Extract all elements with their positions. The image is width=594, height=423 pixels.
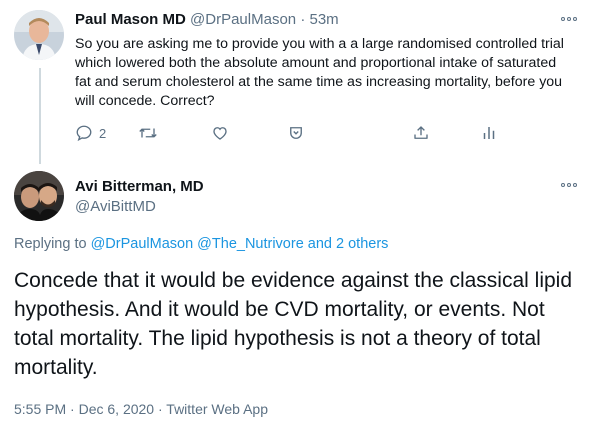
share-button[interactable] — [412, 124, 430, 142]
separator-dot: · — [157, 401, 163, 417]
thread-line — [39, 68, 41, 164]
main-display-name[interactable]: Avi Bitterman, MD — [75, 178, 204, 195]
replying-to-label: Replying to — [14, 236, 87, 252]
mention-link-others[interactable]: and 2 others — [308, 236, 389, 252]
tip-icon — [290, 127, 302, 139]
parent-time[interactable]: 53m — [309, 11, 338, 28]
replying-to-line: Replying to @DrPaulMason @The_Nutrivore … — [14, 236, 388, 252]
retweet-button[interactable] — [138, 124, 158, 142]
more-options-icon[interactable] — [561, 14, 579, 24]
parent-handle[interactable]: @DrPaulMason — [190, 11, 296, 28]
main-avatar[interactable] — [14, 171, 64, 221]
main-tweet-text: Concede that it would be evidence agains… — [14, 269, 573, 379]
reply-icon — [76, 125, 92, 142]
separator-dot: · — [300, 11, 306, 28]
parent-tweet-text: So you are asking me to provide you with… — [75, 36, 564, 109]
reply-count: 2 — [99, 125, 107, 141]
retweet-icon — [139, 128, 157, 138]
mention-link-drpaulmason[interactable]: @DrPaulMason — [91, 236, 194, 252]
analytics-icon — [483, 127, 495, 139]
reply-button[interactable]: 2 — [75, 124, 106, 142]
separator-dot: · — [70, 401, 75, 417]
mention-link-the-nutrivore[interactable]: @The_Nutrivore — [197, 236, 304, 252]
parent-display-name[interactable]: Paul Mason MD — [75, 11, 186, 28]
main-handle[interactable]: @AviBittMD — [75, 198, 156, 215]
tweet-date[interactable]: Dec 6, 2020 — [79, 401, 155, 417]
tweet-actions-bar: 2 — [0, 124, 594, 144]
like-icon — [213, 127, 227, 140]
parent-tweet-header: Paul Mason MD @DrPaulMason · 53m — [75, 11, 339, 28]
tweet-source[interactable]: Twitter Web App — [166, 401, 268, 417]
more-options-icon[interactable] — [561, 180, 579, 190]
tweet-metadata: 5:55 PM · Dec 6, 2020 · Twitter Web App — [14, 401, 268, 417]
parent-avatar[interactable] — [14, 10, 64, 60]
tip-button[interactable] — [287, 124, 305, 142]
share-icon — [414, 126, 428, 139]
tweet-time[interactable]: 5:55 PM — [14, 401, 66, 417]
like-button[interactable] — [211, 124, 229, 142]
analytics-button[interactable] — [481, 124, 497, 142]
